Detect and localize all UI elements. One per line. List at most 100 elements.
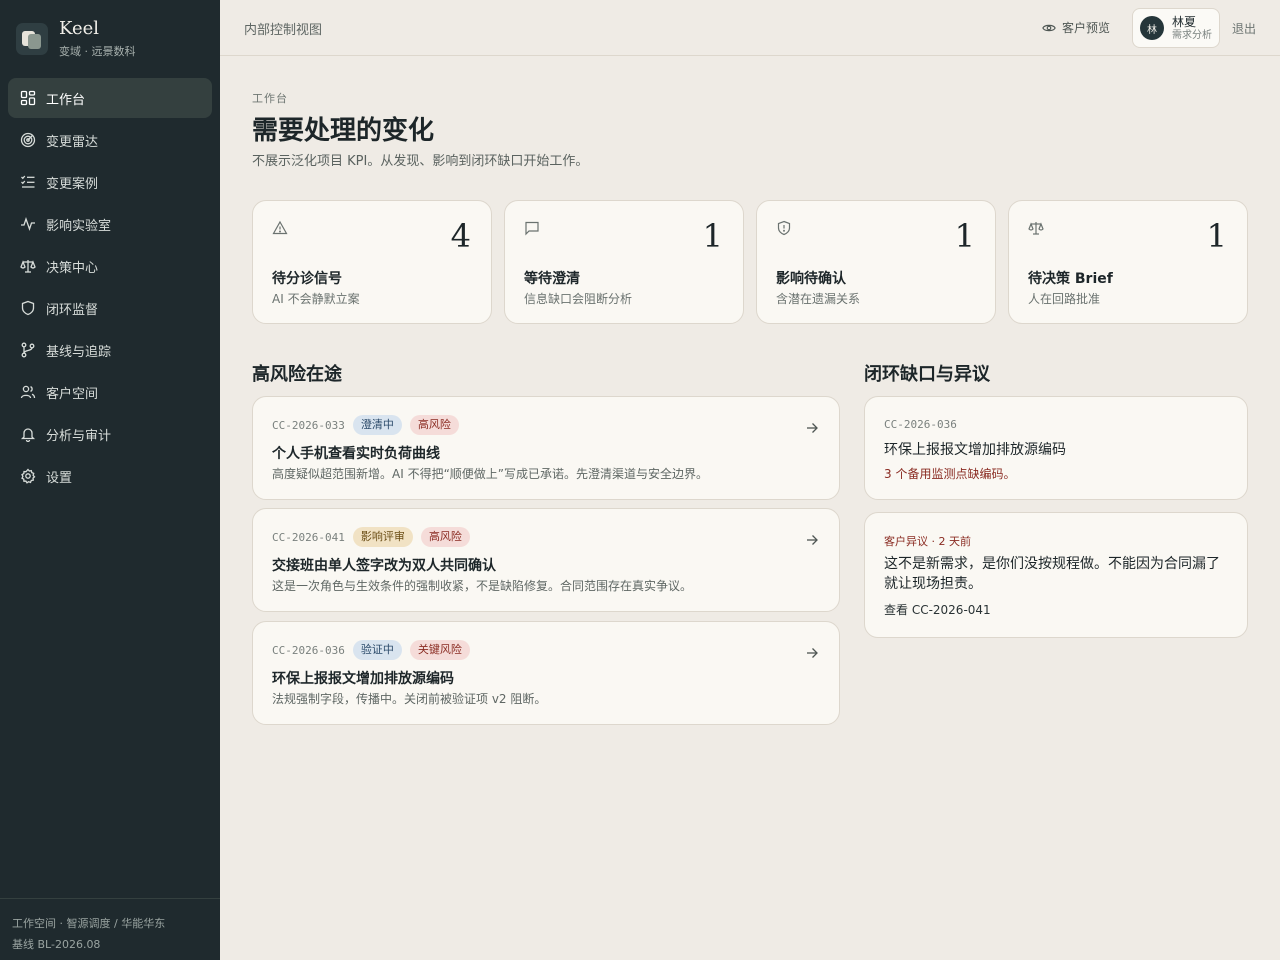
risk-badge: 高风险 (420, 527, 470, 547)
case-card[interactable]: CC-2026-036 验证中 关键风险 环保上报报文增加排放源编码 法规强制字… (252, 621, 840, 725)
sidebar-item-label: 变更雷达 (46, 134, 99, 150)
baseline-label: 基线 BL-2026.08 (12, 938, 101, 951)
status-badge: 澄清中 (352, 415, 402, 435)
shield-alert-icon (777, 220, 791, 236)
shield-icon (21, 300, 35, 316)
sidebar: Keel 变域 · 远景数科 工作台 变更雷达 变更案例 影响实验室 决策中心 … (0, 0, 220, 960)
case-card[interactable]: CC-2026-033 澄清中 高风险 个人手机查看实时负荷曲线 高度疑似超范围… (252, 396, 840, 500)
brand-logo-icon (16, 22, 48, 55)
sidebar-item-analytics-audit[interactable]: 分析与审计 (8, 414, 212, 454)
brand-subtitle: 变域 · 远景数科 (59, 45, 136, 58)
case-code: CC-2026-036 (272, 643, 345, 657)
page-title: 需要处理的变化 (252, 116, 435, 146)
scale-icon (20, 260, 36, 273)
stat-title: 待分诊信号 (272, 271, 342, 287)
git-branch-icon (21, 342, 35, 358)
sidebar-item-decision-center[interactable]: 决策中心 (8, 246, 212, 286)
logout-button[interactable]: 退出 (1232, 20, 1256, 37)
sidebar-item-label: 工作台 (46, 92, 86, 108)
users-icon (20, 385, 36, 399)
gap-title: 环保上报报文增加排放源编码 (884, 442, 1066, 458)
sidebar-item-customer-space[interactable]: 客户空间 (8, 372, 212, 412)
section-title-gaps: 闭环缺口与异议 (864, 364, 990, 385)
sidebar-item-label: 基线与追踪 (46, 344, 112, 360)
sidebar-item-label: 决策中心 (46, 260, 99, 276)
sidebar-item-label: 客户空间 (46, 386, 99, 402)
sidebar-footer: 工作空间 · 智源调度 / 华能华东 基线 BL-2026.08 (0, 898, 220, 960)
customer-preview-button[interactable]: 客户预览 (1042, 19, 1110, 36)
stat-subtitle: 含潜在遗漏关系 (776, 292, 861, 306)
case-code: CC-2026-033 (272, 418, 345, 432)
objection-card: 客户异议 · 2 天前 这不是新需求，是你们没按规程做。不能因为合同漏了就让现场… (864, 512, 1248, 638)
user-name: 林夏 (1172, 14, 1197, 29)
arrow-right-icon (807, 535, 818, 545)
arrow-right-icon (807, 648, 818, 658)
sidebar-item-change-radar[interactable]: 变更雷达 (8, 120, 212, 160)
brand-name: Keel (59, 18, 100, 39)
objection-quote: 这不是新需求，是你们没按规程做。不能因为合同漏了就让现场担责。 (884, 556, 1220, 592)
sidebar-item-closed-loop[interactable]: 闭环监督 (8, 288, 212, 328)
sidebar-item-label: 变更案例 (46, 176, 99, 192)
page-description: 不展示泛化项目 KPI。从发现、影响到闭环缺口开始工作。 (252, 154, 589, 169)
customer-preview-label: 客户预览 (1062, 21, 1111, 35)
risk-badge: 高风险 (409, 415, 459, 435)
case-description: 高度疑似超范围新增。AI 不得把“顺便做上”写成已承诺。先澄清渠道与安全边界。 (272, 467, 708, 481)
stat-value: 1 (1206, 217, 1227, 255)
gear-icon (21, 468, 36, 484)
sidebar-item-settings[interactable]: 设置 (8, 456, 212, 496)
bell-icon (20, 428, 36, 442)
arrow-right-icon (807, 423, 818, 433)
user-menu[interactable]: 林 林夏 需求分析 (1132, 8, 1220, 48)
sidebar-item-label: 闭环监督 (46, 302, 99, 318)
stat-card-pending-triage[interactable]: 4 待分诊信号 AI 不会静默立案 (252, 200, 492, 324)
workspace-label: 工作空间 · 智源调度 / 华能华东 (12, 917, 166, 930)
status-badge: 影响评审 (352, 527, 413, 547)
stat-card-awaiting-clarification[interactable]: 1 等待澄清 信息缺口会阻断分析 (504, 200, 744, 324)
stat-subtitle: 人在回路批准 (1028, 292, 1101, 306)
user-role: 需求分析 (1172, 29, 1212, 41)
activity-icon (21, 216, 35, 232)
checklist-icon (21, 175, 35, 188)
alert-triangle-icon (272, 220, 288, 235)
stat-value: 1 (702, 217, 723, 255)
sidebar-nav: 工作台 变更雷达 变更案例 影响实验室 决策中心 闭环监督 基线与追踪 客户空间… (8, 78, 212, 498)
sidebar-item-label: 影响实验室 (46, 218, 112, 234)
sidebar-item-workbench[interactable]: 工作台 (8, 78, 212, 118)
case-title: 交接班由单人签字改为双人共同确认 (272, 558, 496, 574)
gap-card[interactable]: CC-2026-036 环保上报报文增加排放源编码 3 个备用监测点缺编码。 (864, 396, 1248, 500)
objection-meta: 客户异议 · 2 天前 (884, 535, 971, 548)
case-description: 法规强制字段，传播中。关闭前被验证项 v2 阻断。 (272, 692, 547, 706)
case-title: 环保上报报文增加排放源编码 (272, 671, 454, 687)
stat-card-pending-decision[interactable]: 1 待决策 Brief 人在回路批准 (1008, 200, 1248, 324)
eye-icon (1042, 24, 1056, 31)
gap-warning: 3 个备用监测点缺编码。 (884, 467, 1016, 481)
avatar: 林 (1140, 16, 1164, 40)
page-eyebrow: 工作台 (252, 92, 288, 105)
stat-value: 1 (954, 217, 975, 255)
case-code: CC-2026-041 (272, 530, 345, 544)
case-description: 这是一次角色与生效条件的强制收紧，不是缺陷修复。合同范围存在真实争议。 (272, 579, 693, 593)
stat-subtitle: AI 不会静默立案 (272, 292, 360, 306)
message-square-icon (525, 221, 539, 236)
section-title-high-risk: 高风险在途 (252, 364, 342, 385)
status-badge: 验证中 (352, 640, 402, 660)
case-code: CC-2026-036 (884, 418, 957, 431)
case-card[interactable]: CC-2026-041 影响评审 高风险 交接班由单人签字改为双人共同确认 这是… (252, 508, 840, 612)
stat-title: 待决策 Brief (1028, 271, 1113, 287)
view-case-link[interactable]: 查看 CC-2026-041 (884, 601, 991, 618)
sidebar-item-impact-lab[interactable]: 影响实验室 (8, 204, 212, 244)
sidebar-item-label: 设置 (46, 470, 73, 486)
sidebar-item-baseline[interactable]: 基线与追踪 (8, 330, 212, 370)
radar-icon (20, 132, 36, 148)
sidebar-item-change-cases[interactable]: 变更案例 (8, 162, 212, 202)
sidebar-item-label: 分析与审计 (46, 428, 112, 444)
stat-title: 等待澄清 (524, 271, 580, 287)
scale-icon (1028, 222, 1044, 235)
stat-card-impact-pending[interactable]: 1 影响待确认 含潜在遗漏关系 (756, 200, 996, 324)
risk-badge: 关键风险 (409, 640, 470, 660)
view-title: 内部控制视图 (244, 23, 323, 38)
topbar: 内部控制视图 客户预览 林 林夏 需求分析 退出 (220, 0, 1280, 56)
stat-value: 4 (450, 217, 471, 255)
case-title: 个人手机查看实时负荷曲线 (272, 446, 440, 462)
brand[interactable]: Keel 变域 · 远景数科 (16, 18, 136, 59)
